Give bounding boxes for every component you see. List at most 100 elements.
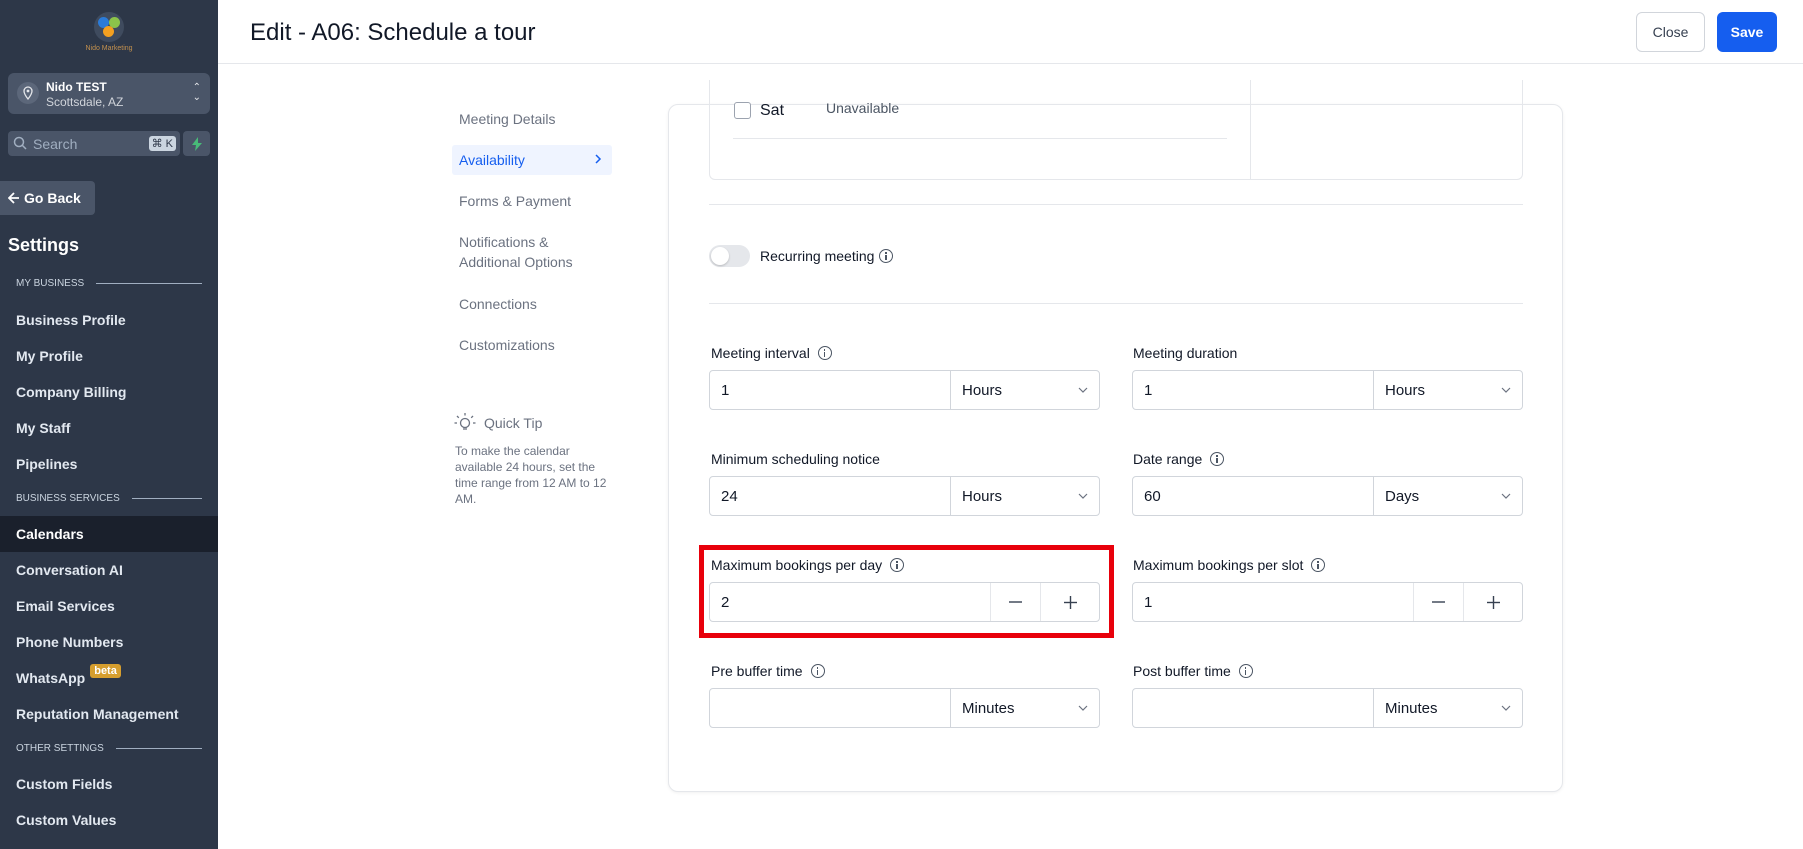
chevron-down-icon: [1078, 387, 1088, 393]
chevron-down-icon: [1078, 705, 1088, 711]
post-buffer-field: Minutes: [1132, 688, 1523, 728]
unit-value: Days: [1385, 488, 1420, 505]
go-back-button[interactable]: Go Back: [0, 181, 95, 215]
recurring-meeting-label: Recurring meeting: [760, 248, 894, 264]
close-button[interactable]: Close: [1636, 12, 1705, 52]
quick-tip-text: To make the calendar available 24 hours,…: [455, 444, 607, 506]
unit-value: Hours: [1385, 382, 1426, 399]
pre-buffer-unit-select[interactable]: Minutes: [950, 689, 1100, 727]
minus-icon: [1432, 601, 1445, 603]
info-icon[interactable]: [1210, 452, 1225, 466]
location-pin-icon: [17, 82, 39, 104]
date-range-field: 60 Days: [1132, 476, 1523, 516]
sidebar-item-company-billing[interactable]: Company Billing: [0, 374, 218, 410]
unit-value: Hours: [962, 382, 1003, 399]
chevron-up-down-icon: ⌃ ⌄: [192, 82, 201, 103]
sidebar-item-label: WhatsApp: [16, 670, 86, 686]
beta-badge: beta: [90, 664, 121, 678]
company-logo[interactable]: Nido Marketing: [79, 12, 139, 58]
quick-tip-title: Quick Tip: [484, 415, 543, 431]
meeting-interval-field: 1 Hours: [709, 370, 1100, 410]
search-icon: [13, 136, 27, 150]
day-status: Unavailable: [826, 100, 900, 116]
meeting-interval-label: Meeting interval: [711, 345, 832, 361]
meeting-interval-input[interactable]: 1: [721, 382, 729, 399]
info-icon[interactable]: [817, 346, 832, 360]
sidebar-item-whatsapp[interactable]: WhatsApp beta: [0, 660, 218, 696]
account-name: Nido TEST: [46, 80, 107, 94]
sidebar: Nido Marketing Nido TEST Scottsdale, AZ …: [0, 0, 218, 849]
min-notice-input[interactable]: 24: [721, 488, 738, 505]
sat-checkbox[interactable]: [734, 102, 751, 119]
max-bookings-slot-stepper: 1: [1132, 582, 1523, 622]
sidebar-item-calendars[interactable]: Calendars: [0, 516, 218, 552]
go-back-label: Go Back: [24, 190, 81, 206]
meeting-duration-unit-select[interactable]: Hours: [1373, 371, 1523, 409]
sidebar-item-my-profile[interactable]: My Profile: [0, 338, 218, 374]
sidebar-item-business-profile[interactable]: Business Profile: [0, 302, 218, 338]
min-notice-label: Minimum scheduling notice: [711, 451, 880, 467]
weekly-hours-box: [709, 80, 1523, 180]
section-business-services: BUSINESS SERVICES: [16, 493, 202, 504]
plus-icon: [1487, 595, 1500, 609]
sidebar-item-custom-values[interactable]: Custom Values: [0, 802, 218, 838]
pre-buffer-field: Minutes: [709, 688, 1100, 728]
chevron-right-icon: [595, 154, 602, 164]
section-my-business: MY BUSINESS: [16, 278, 202, 289]
chevron-down-icon: [1501, 387, 1511, 393]
chevron-down-icon: [1501, 705, 1511, 711]
increment-button[interactable]: [1463, 583, 1523, 621]
info-icon[interactable]: [1238, 664, 1253, 678]
recurring-meeting-toggle[interactable]: [709, 245, 750, 267]
arrow-left-icon: [8, 192, 19, 204]
meeting-interval-unit-select[interactable]: Hours: [950, 371, 1100, 409]
unit-value: Hours: [962, 488, 1003, 505]
settings-title: Settings: [8, 235, 80, 255]
save-button[interactable]: Save: [1717, 12, 1777, 52]
tab-customizations[interactable]: Customizations: [452, 335, 612, 355]
sidebar-item-phone-numbers[interactable]: Phone Numbers: [0, 624, 218, 660]
quick-actions-button[interactable]: [183, 131, 210, 156]
tab-label: Availability: [459, 152, 525, 168]
day-label: Sat: [760, 102, 785, 119]
max-bookings-slot-label: Maximum bookings per slot: [1133, 557, 1326, 573]
unit-value: Minutes: [962, 700, 1015, 717]
sidebar-item-my-staff[interactable]: My Staff: [0, 410, 218, 446]
sidebar-item-reputation-management[interactable]: Reputation Management: [0, 696, 218, 732]
date-range-unit-select[interactable]: Days: [1373, 477, 1523, 515]
date-range-label: Date range: [1133, 451, 1225, 467]
date-range-input[interactable]: 60: [1144, 488, 1161, 505]
max-bookings-slot-input[interactable]: 1: [1144, 594, 1152, 611]
info-icon[interactable]: [1311, 558, 1326, 572]
unit-value: Minutes: [1385, 700, 1438, 717]
sidebar-item-conversation-ai[interactable]: Conversation AI: [0, 552, 218, 588]
post-buffer-label: Post buffer time: [1133, 663, 1253, 679]
sidebar-item-custom-fields[interactable]: Custom Fields: [0, 766, 218, 802]
account-switcher[interactable]: Nido TEST Scottsdale, AZ ⌃ ⌄: [8, 73, 210, 114]
logo-icon: [94, 12, 124, 42]
tab-availability[interactable]: Availability: [452, 145, 612, 175]
search-placeholder: Search: [33, 136, 78, 152]
sidebar-item-email-services[interactable]: Email Services: [0, 588, 218, 624]
decrement-button[interactable]: [1413, 583, 1463, 621]
tab-meeting-details[interactable]: Meeting Details: [452, 109, 612, 129]
min-notice-unit-select[interactable]: Hours: [950, 477, 1100, 515]
meeting-duration-input[interactable]: 1: [1144, 382, 1152, 399]
divider: [709, 204, 1523, 205]
search-input[interactable]: Search ⌘ K: [8, 131, 180, 156]
tab-forms-payment[interactable]: Forms & Payment: [452, 191, 612, 211]
info-icon[interactable]: [879, 249, 894, 263]
tab-connections[interactable]: Connections: [452, 294, 612, 314]
section-other-settings: OTHER SETTINGS: [16, 743, 202, 754]
post-buffer-unit-select[interactable]: Minutes: [1373, 689, 1523, 727]
tab-notifications[interactable]: Notifications & Additional Options: [452, 232, 612, 272]
divider: [733, 138, 1227, 139]
min-notice-field: 24 Hours: [709, 476, 1100, 516]
chevron-down-icon: [1078, 493, 1088, 499]
logo-text: Nido Marketing: [85, 45, 133, 52]
highlight-box: [699, 545, 1114, 638]
page-title: Edit - A06: Schedule a tour: [250, 19, 536, 46]
sidebar-item-pipelines[interactable]: Pipelines: [0, 446, 218, 482]
info-icon[interactable]: [810, 664, 825, 678]
lightbulb-icon: [454, 413, 476, 430]
